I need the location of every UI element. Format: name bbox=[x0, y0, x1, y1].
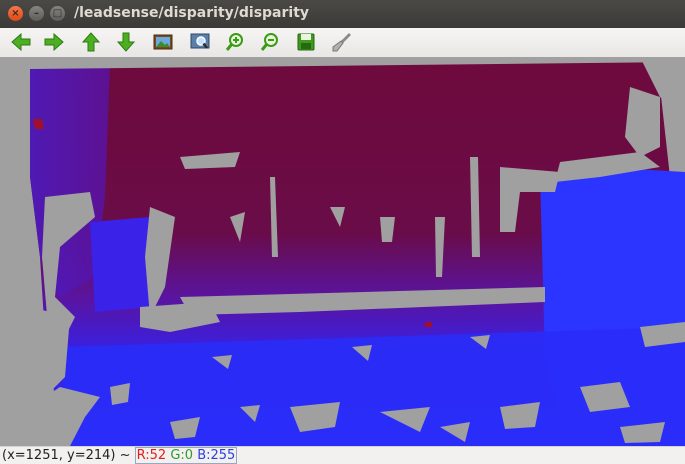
image-viewer-window: × – □ /leadsense/disparity/disparity (x=… bbox=[0, 0, 685, 464]
brush-icon bbox=[332, 33, 351, 52]
disparity-image[interactable] bbox=[0, 57, 685, 446]
toolbar bbox=[0, 28, 685, 58]
picture-icon bbox=[153, 34, 173, 50]
cursor-coordinates: (x=1251, y=214) ~ bbox=[2, 448, 135, 463]
zoom-original-button[interactable] bbox=[150, 30, 176, 54]
arrow-up-icon bbox=[81, 32, 101, 52]
save-icon bbox=[297, 33, 315, 51]
zoom-fit-button[interactable] bbox=[187, 30, 213, 54]
zoom-in-icon bbox=[225, 33, 243, 51]
pan-left-button[interactable] bbox=[8, 30, 34, 54]
zoom-out-icon bbox=[260, 33, 278, 51]
zoom-out-button[interactable] bbox=[257, 30, 283, 54]
pan-up-button[interactable] bbox=[78, 30, 104, 54]
zoom-in-button[interactable] bbox=[222, 30, 248, 54]
pan-down-button[interactable] bbox=[113, 30, 139, 54]
pixel-color-value: R:52 G:0 B:255 bbox=[134, 447, 238, 464]
arrow-down-icon bbox=[116, 32, 136, 52]
status-bar: (x=1251, y=214) ~ R:52 G:0 B:255 bbox=[0, 446, 685, 464]
save-button[interactable] bbox=[293, 30, 319, 54]
window-title: /leadsense/disparity/disparity bbox=[74, 5, 310, 21]
maximize-window-button[interactable]: □ bbox=[50, 6, 65, 21]
minimize-window-button[interactable]: – bbox=[29, 6, 44, 21]
arrow-right-icon bbox=[44, 32, 64, 52]
pan-right-button[interactable] bbox=[41, 30, 67, 54]
close-window-button[interactable]: × bbox=[8, 6, 23, 21]
blue-value: B:255 bbox=[197, 448, 236, 463]
title-bar[interactable]: × – □ /leadsense/disparity/disparity bbox=[0, 0, 685, 28]
arrow-left-icon bbox=[11, 32, 31, 52]
red-value: R:52 bbox=[136, 448, 167, 463]
green-value: G:0 bbox=[170, 448, 194, 463]
zoom-frame-icon bbox=[190, 33, 210, 49]
pixel-info-readout: (x=1251, y=214) ~ R:52 G:0 B:255 bbox=[2, 447, 238, 464]
properties-button[interactable] bbox=[329, 30, 355, 54]
